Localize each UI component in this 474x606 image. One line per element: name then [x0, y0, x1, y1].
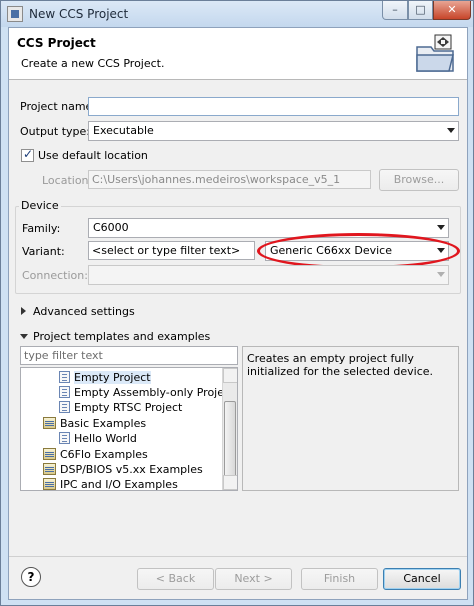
tree-item-empty-rtsc-project[interactable]: Empty RTSC Project: [59, 400, 182, 415]
location-label: Location:: [42, 174, 93, 187]
ccs-project-wizard-icon: [416, 34, 454, 72]
folder-icon: [43, 417, 56, 429]
folder-icon: [43, 448, 56, 460]
tree-item-empty-assembly-project[interactable]: Empty Assembly-only Project: [59, 385, 234, 400]
family-value: C6000: [93, 221, 129, 234]
tree-scrollbar[interactable]: [222, 368, 237, 490]
browse-button: Browse...: [379, 169, 459, 191]
close-button[interactable]: ✕: [433, 1, 471, 20]
device-group-title: Device: [19, 199, 61, 212]
variant-filter-input[interactable]: <select or type filter text>: [88, 241, 255, 260]
scroll-thumb[interactable]: [224, 401, 236, 477]
output-type-select[interactable]: Executable: [88, 121, 459, 141]
chevron-down-icon: [437, 272, 445, 277]
highlight-annotation-oval: [257, 233, 460, 269]
window-app-icon: [7, 6, 23, 22]
page-subtitle: Create a new CCS Project.: [21, 57, 165, 70]
project-name-label: Project name:: [20, 100, 97, 113]
title-bar[interactable]: New CCS Project – □ ✕: [1, 1, 473, 27]
tree-item-hello-world[interactable]: Hello World: [59, 431, 137, 446]
tree-item-empty-project[interactable]: Empty Project: [59, 370, 151, 385]
next-button: Next >: [215, 568, 292, 590]
tree-item-c6flo-examples[interactable]: C6Flo Examples: [43, 447, 148, 462]
new-ccs-project-dialog: New CCS Project – □ ✕ CCS Project Create…: [0, 0, 474, 606]
tree-item-ipc-io-examples[interactable]: IPC and I/O Examples: [43, 477, 178, 490]
finish-button: Finish: [301, 568, 378, 590]
project-templates-toggle[interactable]: Project templates and examples: [33, 330, 210, 343]
connection-label: Connection:: [22, 269, 88, 282]
template-doc-icon: [59, 371, 70, 383]
dialog-client-area: CCS Project Create a new CCS Project. Pr…: [8, 27, 468, 600]
project-name-input[interactable]: [88, 97, 459, 116]
template-description: Creates an empty project fully initializ…: [242, 346, 459, 491]
page-title: CCS Project: [17, 36, 96, 50]
maximize-button[interactable]: □: [408, 1, 433, 20]
back-button: < Back: [137, 568, 214, 590]
output-type-value: Executable: [93, 124, 154, 137]
checkmark-icon: ✓: [23, 147, 34, 161]
chevron-down-icon: [437, 225, 445, 230]
wizard-header: CCS Project Create a new CCS Project.: [9, 28, 467, 80]
folder-icon: [43, 463, 56, 475]
family-label: Family:: [22, 222, 61, 235]
expand-arrow-icon[interactable]: [21, 307, 26, 315]
templates-tree[interactable]: Empty Project Empty Assembly-only Projec…: [20, 367, 238, 491]
chevron-down-icon: [447, 128, 455, 133]
advanced-settings-toggle[interactable]: Advanced settings: [33, 305, 135, 318]
collapse-arrow-icon[interactable]: [20, 334, 28, 339]
window-title: New CCS Project: [29, 7, 129, 21]
cancel-button[interactable]: Cancel: [383, 568, 461, 590]
template-filter-input[interactable]: type filter text: [20, 346, 238, 365]
folder-icon: [43, 478, 56, 490]
location-input: C:\Users\johannes.medeiros\workspace_v5_…: [88, 170, 371, 189]
template-doc-icon: [59, 401, 70, 413]
variant-filter-placeholder: <select or type filter text>: [92, 244, 241, 257]
tree-item-dspbios-examples[interactable]: DSP/BIOS v5.xx Examples: [43, 462, 203, 477]
template-doc-icon: [59, 432, 70, 444]
connection-select: [88, 265, 449, 285]
scroll-up-button[interactable]: [223, 368, 237, 383]
scroll-down-button[interactable]: [223, 475, 237, 490]
use-default-location-label: Use default location: [38, 149, 148, 162]
minimize-button[interactable]: –: [382, 1, 408, 20]
use-default-location-checkbox[interactable]: ✓: [21, 147, 34, 162]
tree-item-basic-examples[interactable]: Basic Examples: [43, 416, 146, 431]
variant-label: Variant:: [22, 245, 65, 258]
help-icon[interactable]: ?: [21, 567, 41, 587]
template-doc-icon: [59, 386, 70, 398]
output-type-label: Output type:: [20, 125, 90, 138]
button-bar-separator: [9, 556, 467, 557]
